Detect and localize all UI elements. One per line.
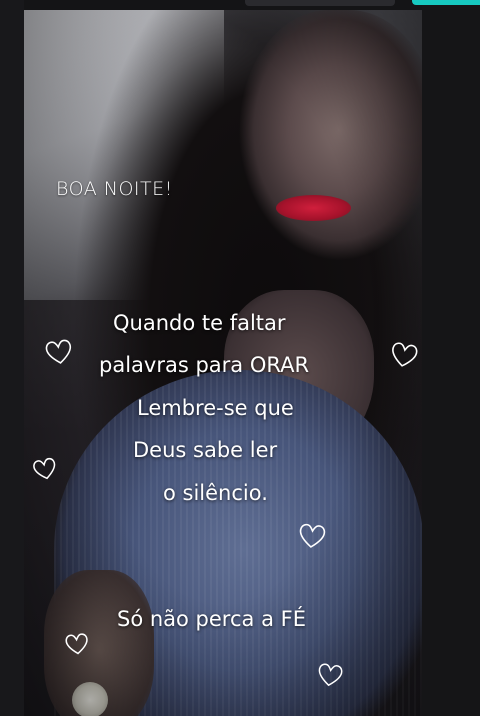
closing-text: Só não perca a FÉ	[117, 607, 306, 631]
message-line: o silêncio.	[163, 481, 268, 505]
heart-icon	[64, 631, 90, 657]
heart-icon	[316, 661, 344, 689]
story-screen: BOA NOITE! Quando te faltar palavras par…	[0, 0, 480, 716]
message-line: Lembre-se que	[137, 396, 294, 420]
left-edge	[0, 0, 24, 716]
message-line: Quando te faltar	[113, 311, 286, 335]
heart-icon	[297, 521, 327, 551]
heart-icon	[32, 456, 58, 482]
right-edge	[422, 0, 480, 716]
heart-icon	[44, 337, 74, 367]
heart-icon	[389, 340, 419, 370]
progress-bar-fill	[412, 0, 480, 5]
message-line: Deus sabe ler	[133, 438, 278, 462]
greeting-text: BOA NOITE!	[56, 178, 173, 200]
progress-bar-track	[245, 0, 395, 6]
message-line: palavras para ORAR	[99, 353, 310, 377]
